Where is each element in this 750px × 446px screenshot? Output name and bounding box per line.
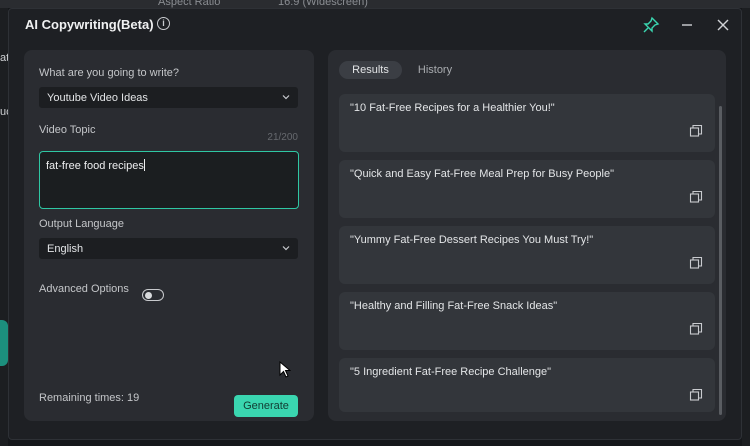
chevron-down-icon bbox=[282, 95, 290, 100]
result-card: "Healthy and Filling Fat-Free Snack Idea… bbox=[339, 292, 715, 350]
close-icon[interactable] bbox=[713, 15, 733, 35]
copy-icon[interactable] bbox=[689, 256, 703, 270]
results-panel: Results History "10 Fat-Free Recipes for… bbox=[328, 50, 726, 421]
background-toolbar: Aspect Ratio 16:9 (Widescreen) bbox=[0, 0, 750, 8]
tab-history[interactable]: History bbox=[412, 61, 458, 79]
result-text: "Healthy and Filling Fat-Free Snack Idea… bbox=[350, 300, 558, 312]
advanced-options-toggle[interactable] bbox=[142, 289, 164, 301]
output-language-value: English bbox=[47, 243, 84, 255]
result-card: "10 Fat-Free Recipes for a Healthier You… bbox=[339, 94, 715, 152]
background-left-panel: at uc bbox=[0, 8, 12, 446]
topic-char-counter: 21/200 bbox=[267, 132, 298, 143]
info-icon[interactable]: i bbox=[157, 17, 170, 30]
copy-icon[interactable] bbox=[689, 388, 703, 402]
dialog-titlebar: AI Copywriting(Beta) i bbox=[9, 9, 741, 39]
mouse-cursor-icon bbox=[279, 361, 291, 378]
result-card: "Yummy Fat-Free Dessert Recipes You Must… bbox=[339, 226, 715, 284]
result-text: "Quick and Easy Fat-Free Meal Prep for B… bbox=[350, 168, 614, 180]
advanced-options-label: Advanced Options bbox=[39, 283, 129, 295]
tab-results[interactable]: Results bbox=[339, 61, 402, 79]
copy-icon[interactable] bbox=[689, 124, 703, 138]
output-language-select[interactable]: English bbox=[39, 238, 298, 259]
write-type-value: Youtube Video Ideas bbox=[47, 92, 148, 104]
copy-icon[interactable] bbox=[689, 322, 703, 336]
remaining-times: Remaining times: 19 bbox=[39, 392, 140, 404]
minimize-icon[interactable] bbox=[677, 15, 697, 35]
pin-icon[interactable] bbox=[641, 15, 661, 35]
input-panel: What are you going to write? Youtube Vid… bbox=[24, 50, 314, 421]
results-scrollbar[interactable] bbox=[719, 106, 722, 415]
dialog-title: AI Copywriting(Beta) bbox=[25, 17, 154, 32]
write-type-label: What are you going to write? bbox=[39, 67, 180, 79]
video-topic-label: Video Topic bbox=[39, 124, 96, 136]
chevron-down-icon bbox=[282, 246, 290, 251]
text-caret bbox=[143, 159, 145, 171]
output-language-label: Output Language bbox=[39, 218, 125, 230]
generate-button[interactable]: Generate bbox=[234, 395, 298, 417]
video-topic-input[interactable]: fat-free food recipes bbox=[39, 151, 299, 209]
result-text: "5 Ingredient Fat-Free Recipe Challenge" bbox=[350, 366, 552, 378]
result-text: "10 Fat-Free Recipes for a Healthier You… bbox=[350, 102, 555, 114]
background-teal-element bbox=[0, 320, 8, 366]
toggle-knob bbox=[145, 291, 152, 299]
result-card: "Quick and Easy Fat-Free Meal Prep for B… bbox=[339, 160, 715, 218]
video-topic-value: fat-free food recipes bbox=[46, 160, 144, 172]
ai-copywriting-dialog: AI Copywriting(Beta) i What are you goin… bbox=[8, 8, 742, 440]
background-tab-aspect: Aspect Ratio bbox=[158, 0, 221, 8]
result-text: "Yummy Fat-Free Dessert Recipes You Must… bbox=[350, 234, 594, 246]
background-right-panel bbox=[742, 8, 750, 446]
copy-icon[interactable] bbox=[689, 190, 703, 204]
result-card: "5 Ingredient Fat-Free Recipe Challenge" bbox=[339, 358, 715, 412]
background-tab-ratio: 16:9 (Widescreen) bbox=[278, 0, 368, 8]
write-type-select[interactable]: Youtube Video Ideas bbox=[39, 87, 298, 108]
